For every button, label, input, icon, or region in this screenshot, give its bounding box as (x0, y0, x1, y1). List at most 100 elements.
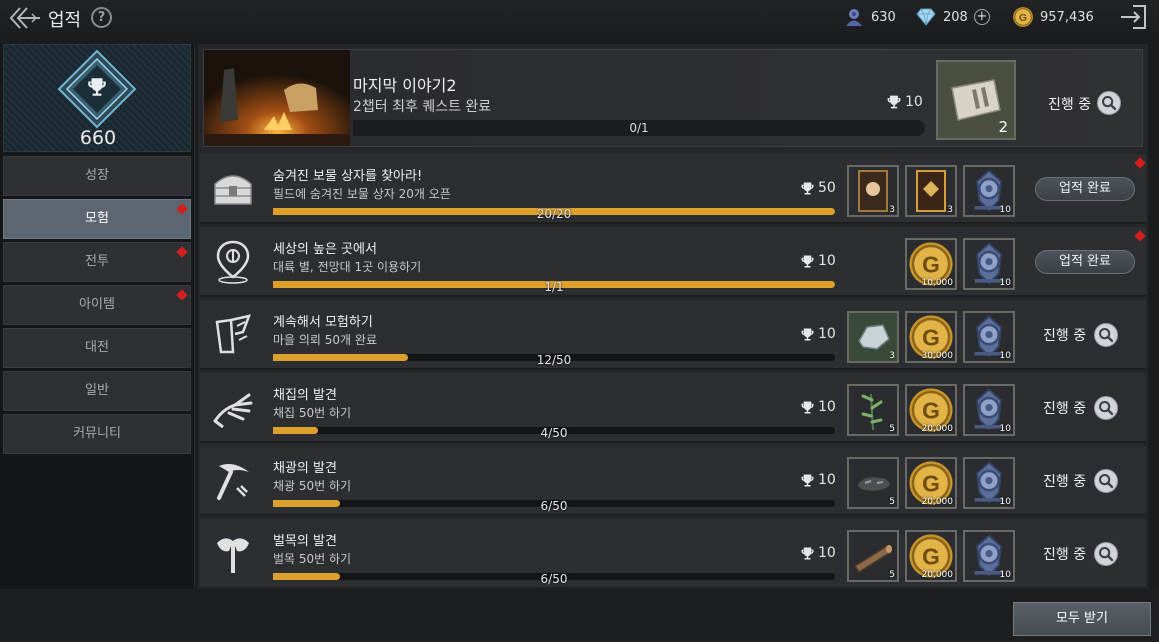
exit-icon[interactable] (1119, 3, 1149, 31)
claim-all-button[interactable]: 모두 받기 (1013, 602, 1151, 636)
sidebar-item-label: 성장 (85, 168, 109, 183)
reward-slot[interactable]: 3 (905, 165, 957, 217)
trophy-badge-icon (57, 49, 137, 129)
reward-count: 30,000 (921, 351, 954, 361)
achievement-status: 진행 중 (1043, 401, 1087, 417)
featured-description: 2챕터 최후 퀘스트 완료 (353, 99, 492, 115)
reward-slot[interactable]: 5 (847, 457, 899, 509)
achievement-search-button[interactable] (1094, 469, 1118, 493)
reward-count: 5 (889, 497, 895, 507)
featured-search-button[interactable] (1097, 91, 1121, 115)
claim-achievement-button[interactable]: 업적 완료 (1035, 250, 1135, 274)
reward-count: 5 (889, 424, 895, 434)
reward-slot[interactable]: 30,000 (905, 311, 957, 363)
reward-slot[interactable]: 5 (847, 384, 899, 436)
sidebar-item-label: 커뮤니티 (73, 426, 121, 441)
reward-slot[interactable]: 10 (963, 165, 1015, 217)
claim-achievement-button[interactable]: 업적 완료 (1035, 177, 1135, 201)
reward-count: 5 (889, 570, 895, 580)
reward-slot[interactable]: 20,000 (905, 457, 957, 509)
magnifier-icon (1095, 470, 1117, 492)
achievement-row[interactable]: 채광의 발견 채광 50번 하기 10 6/50 5 20,000 10 진행 … (200, 446, 1146, 516)
featured-reward[interactable]: 2 (936, 60, 1016, 140)
quest-scroll-icon (215, 314, 251, 354)
reward-slot[interactable]: 10 (963, 530, 1015, 582)
sidebar-item-item[interactable]: 아이템 (3, 285, 191, 325)
reward-count: 10 (999, 497, 1011, 507)
sidebar-item-pvp[interactable]: 대전 (3, 328, 191, 368)
sidebar-item-general[interactable]: 일반 (3, 371, 191, 411)
diamond-icon (916, 8, 936, 26)
reward-slot[interactable]: 10,000 (905, 238, 957, 290)
achievement-trophy-points: 10 (800, 545, 836, 561)
reward-slot[interactable]: 10 (963, 457, 1015, 509)
achievement-title: 채광의 발견 (273, 461, 337, 476)
player-token-value: 630 (871, 9, 896, 25)
achievement-row[interactable]: 계속해서 모험하기 마을 의뢰 50개 완료 10 12/50 3 30,000… (200, 300, 1146, 370)
reward-slot[interactable]: 20,000 (905, 530, 957, 582)
trophy-points-value: 10 (818, 472, 836, 488)
page-title: 업적 (48, 10, 82, 31)
achievement-status: 진행 중 (1043, 547, 1087, 563)
featured-status: 진행 중 (1048, 97, 1092, 113)
reward-slot[interactable]: 20,000 (905, 384, 957, 436)
help-icon[interactable]: ? (91, 7, 112, 28)
featured-title: 마지막 이야기2 (353, 76, 457, 95)
achievement-progress-text: 6/50 (540, 572, 568, 586)
achievement-title: 벌목의 발견 (273, 534, 337, 549)
reward-count: 10 (999, 424, 1011, 434)
sidebar-item-adventure[interactable]: 모험 (3, 199, 191, 239)
trophy-icon (800, 400, 815, 415)
reward-slot[interactable]: 5 (847, 530, 899, 582)
reward-slot[interactable]: 10 (963, 238, 1015, 290)
achievement-trophy-points: 10 (800, 399, 836, 415)
achievement-row[interactable]: 벌목의 발견 벌목 50번 하기 10 6/50 5 20,000 10 진행 … (200, 519, 1146, 589)
reward-count: 10 (999, 205, 1011, 215)
trophy-icon (800, 254, 815, 269)
sidebar-item-label: 아이템 (79, 297, 115, 312)
axe-icon (217, 538, 249, 573)
reward-count: 10 (999, 570, 1011, 580)
reward-count: 10 (999, 278, 1011, 288)
reward-count: 3 (889, 351, 895, 361)
sidebar-item-combat[interactable]: 전투 (3, 242, 191, 282)
achievement-search-button[interactable] (1094, 396, 1118, 420)
trophy-points-value: 10 (818, 399, 836, 415)
achievement-row[interactable]: 세상의 높은 곳에서 대륙 별, 전망대 1곳 이용하기 10 1/1 10,0… (200, 227, 1146, 297)
achievement-score-panel: 660 (3, 44, 191, 152)
trophy-icon (800, 327, 815, 342)
sidebar-item-growth[interactable]: 성장 (3, 156, 191, 196)
reward-count: 2 (998, 118, 1008, 136)
sidebar-item-label: 모험 (85, 211, 109, 226)
achievement-row[interactable]: 숨겨진 보물 상자를 찾아라! 필드에 숨겨진 보물 상자 20개 오픈 50 … (200, 154, 1146, 224)
sidebar-item-community[interactable]: 커뮤니티 (3, 414, 191, 454)
back-arrow-icon[interactable] (8, 5, 42, 31)
diamond-value: 208 (943, 9, 968, 25)
achievement-trophy-points: 50 (800, 180, 836, 196)
achievement-row[interactable]: 채집의 발견 채집 50번 하기 10 4/50 5 20,000 10 진행 … (200, 373, 1146, 443)
reward-slot[interactable]: 10 (963, 311, 1015, 363)
gathering-hand-icon (213, 393, 253, 429)
sidebar-item-label: 대전 (85, 340, 109, 355)
add-diamond-button[interactable]: + (973, 9, 990, 25)
achievement-description: 벌목 50번 하기 (273, 552, 352, 566)
achievement-score: 660 (79, 127, 117, 149)
player-token-icon (846, 9, 862, 26)
achievement-description: 대륙 별, 전망대 1곳 이용하기 (273, 260, 422, 274)
trophy-icon (886, 94, 902, 110)
achievement-description: 마을 의뢰 50개 완료 (273, 333, 377, 347)
reward-count: 10,000 (921, 278, 954, 288)
achievement-search-button[interactable] (1094, 323, 1118, 347)
gold-counter: 957,436 (1012, 6, 1094, 28)
reward-slot[interactable]: 3 (847, 165, 899, 217)
reward-count: 3 (889, 205, 895, 215)
achievement-title: 세상의 높은 곳에서 (273, 242, 377, 257)
reward-slot[interactable]: 10 (963, 384, 1015, 436)
alert-dot-icon (176, 203, 188, 215)
map-pin-icon (216, 240, 250, 284)
achievement-search-button[interactable] (1094, 542, 1118, 566)
reward-slot[interactable]: 3 (847, 311, 899, 363)
achievement-title: 숨겨진 보물 상자를 찾아라! (273, 169, 423, 184)
featured-achievement[interactable]: 마지막 이야기2 2챕터 최후 퀘스트 완료 10 0/1 2 진행 중 (203, 49, 1143, 147)
magnifier-icon (1095, 397, 1117, 419)
